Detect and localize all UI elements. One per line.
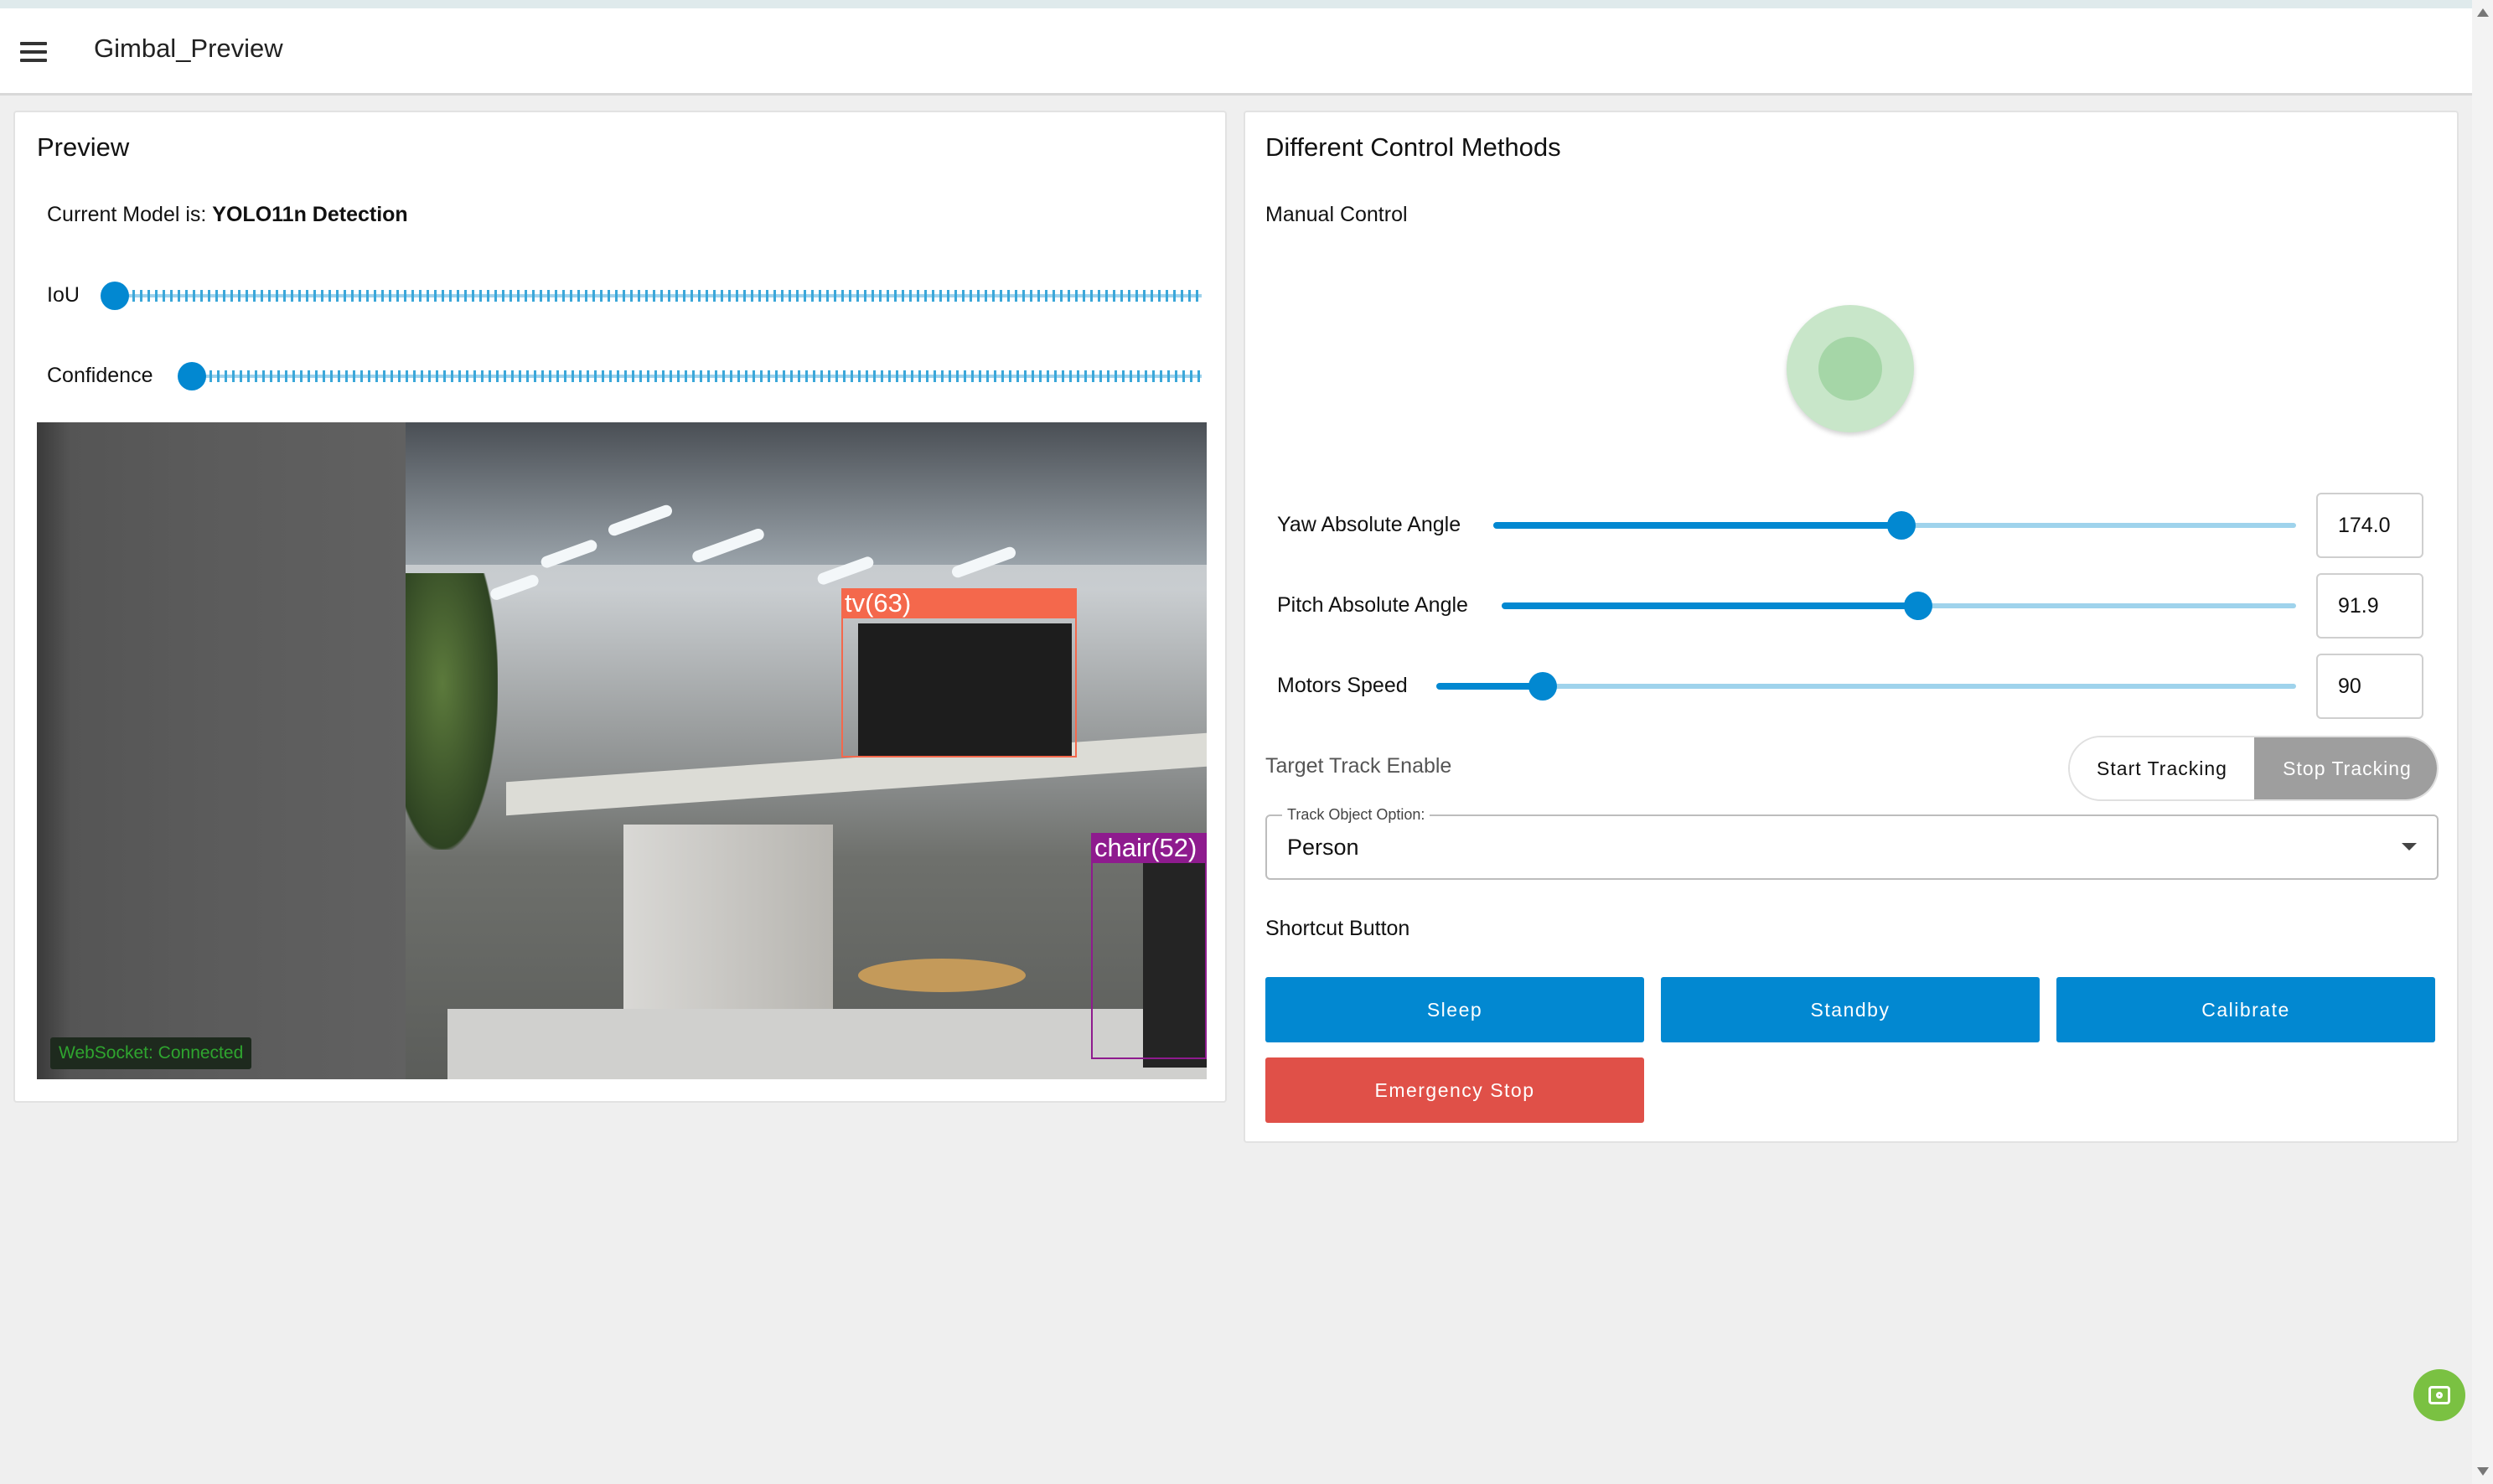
track-object-select[interactable]: Track Object Option: Person (1265, 806, 2439, 880)
calibrate-button[interactable]: Calibrate (2056, 977, 2435, 1042)
pitch-slider[interactable] (1502, 592, 2296, 620)
menu-icon[interactable] (20, 40, 49, 65)
pitch-angle-input[interactable]: 91.9 (2316, 573, 2423, 639)
tracking-toggle-group: Start Tracking Stop Tracking (2068, 736, 2439, 801)
iou-label: IoU (47, 283, 80, 307)
chevron-down-icon[interactable] (2402, 843, 2417, 851)
detection-box-chair (1091, 833, 1207, 1059)
preview-title: Preview (37, 132, 130, 162)
confidence-slider-thumb[interactable] (178, 362, 206, 390)
standby-button[interactable]: Standby (1661, 977, 2040, 1042)
confidence-slider[interactable] (178, 362, 1202, 390)
pitch-slider-thumb[interactable] (1904, 592, 1932, 620)
shortcut-label: Shortcut Button (1265, 917, 1410, 940)
model-name: YOLO11n Detection (212, 203, 408, 226)
track-object-legend: Track Object Option: (1282, 806, 1430, 824)
screenshot-fab-button[interactable] (2413, 1369, 2465, 1421)
browser-top-strip (0, 0, 2472, 8)
control-card: Different Control Methods Manual Control… (1244, 111, 2459, 1143)
manual-control-label: Manual Control (1265, 203, 1408, 226)
stop-tracking-button[interactable]: Stop Tracking (2254, 737, 2437, 799)
motors-speed-slider[interactable] (1436, 672, 2296, 701)
motors-speed-label: Motors Speed (1277, 674, 1408, 697)
websocket-status-badge: WebSocket: Connected (50, 1037, 252, 1069)
yaw-label: Yaw Absolute Angle (1277, 513, 1461, 536)
model-prefix: Current Model is: (47, 203, 213, 226)
app-bar: Gimbal_Preview (0, 8, 2472, 96)
joystick-knob[interactable] (1818, 337, 1882, 401)
detection-label-tv: tv(63) (841, 588, 1077, 618)
yaw-slider[interactable] (1493, 511, 2296, 540)
yaw-angle-input[interactable]: 174.0 (2316, 493, 2423, 558)
detection-label-chair: chair(52) (1091, 833, 1207, 863)
camera-feed: tv(63) chair(52) WebSocket: Connected (37, 422, 1207, 1079)
emergency-stop-button[interactable]: Emergency Stop (1265, 1057, 1644, 1123)
yaw-slider-thumb[interactable] (1887, 511, 1916, 540)
current-model-text: Current Model is: YOLO11n Detection (47, 203, 408, 227)
scroll-up-icon[interactable] (2477, 8, 2489, 17)
motors-speed-input[interactable]: 90 (2316, 654, 2423, 719)
motors-speed-slider-thumb[interactable] (1528, 672, 1557, 701)
joystick[interactable] (1787, 305, 1914, 432)
track-object-value: Person (1287, 835, 1359, 860)
confidence-label: Confidence (47, 364, 153, 387)
vertical-scrollbar[interactable] (2472, 0, 2493, 1484)
preview-card: Preview Current Model is: YOLO11n Detect… (13, 111, 1227, 1103)
scroll-down-icon[interactable] (2477, 1467, 2489, 1476)
pitch-label: Pitch Absolute Angle (1277, 593, 1468, 617)
sleep-button[interactable]: Sleep (1265, 977, 1644, 1042)
control-title: Different Control Methods (1265, 132, 1561, 162)
app-title: Gimbal_Preview (94, 34, 283, 63)
iou-slider[interactable] (101, 282, 1202, 310)
target-track-label: Target Track Enable (1265, 754, 1452, 778)
start-tracking-button[interactable]: Start Tracking (2070, 737, 2254, 799)
iou-slider-thumb[interactable] (101, 282, 129, 310)
